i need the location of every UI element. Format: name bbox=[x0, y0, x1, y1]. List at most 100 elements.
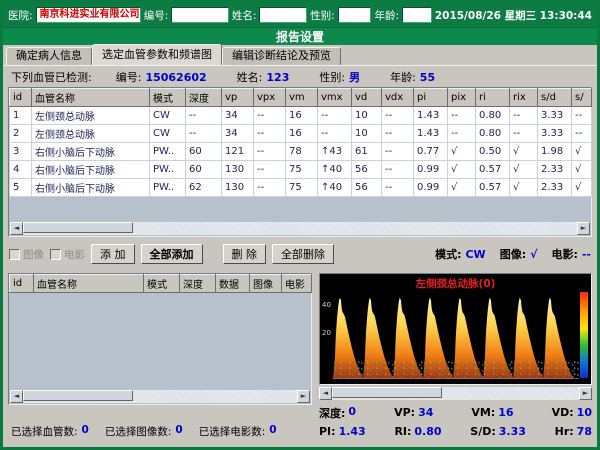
table-cell[interactable]: CW bbox=[150, 107, 186, 125]
table-cell[interactable]: -- bbox=[382, 107, 414, 125]
delete-button[interactable]: 删 除 bbox=[223, 244, 267, 264]
hospital-field[interactable]: 南京科进实业有限公司 bbox=[36, 7, 141, 23]
table-cell[interactable]: 1.98 bbox=[538, 143, 572, 161]
table-cell[interactable]: 78 bbox=[286, 143, 318, 161]
scroll-left-icon[interactable]: ◄ bbox=[319, 387, 332, 400]
table-cell[interactable]: -- bbox=[510, 107, 538, 125]
checkbox-icon[interactable] bbox=[50, 249, 61, 260]
table-cell[interactable]: √ bbox=[572, 179, 592, 197]
table-cell[interactable]: 62 bbox=[186, 179, 222, 197]
table-cell[interactable]: 1.43 bbox=[414, 107, 448, 125]
table-cell[interactable]: -- bbox=[254, 179, 286, 197]
table-cell[interactable]: -- bbox=[448, 125, 476, 143]
table-cell[interactable]: √ bbox=[510, 161, 538, 179]
selected-table-hscrollbar[interactable]: ◄ ► bbox=[10, 390, 310, 403]
table-cell[interactable]: PW.. bbox=[150, 161, 186, 179]
vessel-table-hscrollbar[interactable]: ◄ ► bbox=[10, 222, 590, 235]
table-cell[interactable]: 10 bbox=[352, 107, 382, 125]
table-cell[interactable]: 75 bbox=[286, 179, 318, 197]
table-cell[interactable]: -- bbox=[318, 107, 352, 125]
gender-field[interactable] bbox=[338, 7, 372, 23]
table-cell[interactable]: -- bbox=[186, 107, 222, 125]
table-cell[interactable]: 121 bbox=[222, 143, 254, 161]
table-cell[interactable]: √ bbox=[510, 143, 538, 161]
table-row[interactable]: 5右侧小脑后下动脉PW..62130--75↑4056--0.99√0.57√2… bbox=[10, 179, 592, 197]
table-cell[interactable]: -- bbox=[382, 161, 414, 179]
scroll-right-icon[interactable]: ► bbox=[297, 390, 310, 403]
table-cell[interactable]: -- bbox=[254, 161, 286, 179]
table-cell[interactable]: 75 bbox=[286, 161, 318, 179]
scrollbar-thumb[interactable] bbox=[23, 222, 133, 233]
table-cell[interactable]: 右侧小脑后下动脉 bbox=[32, 161, 150, 179]
table-cell[interactable]: -- bbox=[382, 143, 414, 161]
table-cell[interactable]: 0.57 bbox=[476, 161, 510, 179]
table-cell[interactable]: -- bbox=[572, 107, 592, 125]
patient-name-field[interactable] bbox=[259, 7, 307, 23]
table-cell[interactable]: -- bbox=[382, 125, 414, 143]
table-cell[interactable]: -- bbox=[254, 143, 286, 161]
spectrum-hscrollbar[interactable]: ◄ ► bbox=[319, 387, 592, 400]
table-cell[interactable]: 3.33 bbox=[538, 125, 572, 143]
table-cell[interactable]: -- bbox=[186, 125, 222, 143]
table-row[interactable]: 2左侧颈总动脉CW--34--16--10--1.43--0.80--3.33-… bbox=[10, 125, 592, 143]
image-checkbox[interactable]: 图像 bbox=[9, 247, 44, 262]
table-cell[interactable]: -- bbox=[448, 107, 476, 125]
table-cell[interactable]: PW.. bbox=[150, 179, 186, 197]
table-cell[interactable]: √ bbox=[448, 161, 476, 179]
delete-all-button[interactable]: 全部删除 bbox=[272, 244, 334, 264]
scroll-right-icon[interactable]: ► bbox=[579, 387, 592, 400]
scrollbar-track[interactable] bbox=[332, 387, 579, 400]
table-cell[interactable]: 1 bbox=[10, 107, 32, 125]
table-cell[interactable]: -- bbox=[318, 125, 352, 143]
table-cell[interactable]: CW bbox=[150, 125, 186, 143]
scroll-left-icon[interactable]: ◄ bbox=[10, 390, 23, 403]
table-row[interactable]: 4右侧小脑后下动脉PW..60130--75↑4056--0.99√0.57√2… bbox=[10, 161, 592, 179]
table-cell[interactable]: 2 bbox=[10, 125, 32, 143]
scrollbar-track[interactable] bbox=[23, 390, 297, 403]
scroll-right-icon[interactable]: ► bbox=[577, 222, 590, 235]
scrollbar-track[interactable] bbox=[23, 222, 577, 235]
table-cell[interactable]: 0.80 bbox=[476, 107, 510, 125]
table-cell[interactable]: 4 bbox=[10, 161, 32, 179]
table-cell[interactable]: ↑40 bbox=[318, 179, 352, 197]
table-cell[interactable]: 右侧小脑后下动脉 bbox=[32, 143, 150, 161]
table-cell[interactable]: 61 bbox=[352, 143, 382, 161]
table-cell[interactable]: 10 bbox=[352, 125, 382, 143]
table-cell[interactable]: 56 bbox=[352, 161, 382, 179]
table-cell[interactable]: 0.57 bbox=[476, 179, 510, 197]
table-cell[interactable]: -- bbox=[382, 179, 414, 197]
table-cell[interactable]: 16 bbox=[286, 125, 318, 143]
table-cell[interactable]: 0.50 bbox=[476, 143, 510, 161]
cine-checkbox[interactable]: 电影 bbox=[50, 247, 85, 262]
table-cell[interactable]: ↑40 bbox=[318, 161, 352, 179]
table-row[interactable]: 1左侧颈总动脉CW--34--16--10--1.43--0.80--3.33-… bbox=[10, 107, 592, 125]
add-button[interactable]: 添 加 bbox=[91, 244, 135, 264]
table-cell[interactable]: 0.99 bbox=[414, 161, 448, 179]
table-cell[interactable]: 5 bbox=[10, 179, 32, 197]
table-cell[interactable]: 1.43 bbox=[414, 125, 448, 143]
table-cell[interactable]: 56 bbox=[352, 179, 382, 197]
scrollbar-thumb[interactable] bbox=[332, 387, 442, 398]
add-all-button[interactable]: 全部添加 bbox=[141, 244, 203, 264]
table-row[interactable]: 3右侧小脑后下动脉PW..60121--78↑4361--0.77√0.50√1… bbox=[10, 143, 592, 161]
table-cell[interactable]: 0.80 bbox=[476, 125, 510, 143]
table-cell[interactable]: 左侧颈总动脉 bbox=[32, 125, 150, 143]
table-cell[interactable]: √ bbox=[572, 143, 592, 161]
patient-no-field[interactable] bbox=[171, 7, 229, 23]
scrollbar-thumb[interactable] bbox=[23, 390, 133, 401]
table-cell[interactable]: √ bbox=[510, 179, 538, 197]
table-cell[interactable]: 16 bbox=[286, 107, 318, 125]
table-cell[interactable]: 130 bbox=[222, 161, 254, 179]
table-cell[interactable]: ↑43 bbox=[318, 143, 352, 161]
tab-vessel-params[interactable]: 选定血管参数和频谱图 bbox=[92, 44, 222, 65]
table-cell[interactable]: 60 bbox=[186, 143, 222, 161]
table-cell[interactable]: √ bbox=[572, 161, 592, 179]
table-cell[interactable]: 34 bbox=[222, 107, 254, 125]
scroll-left-icon[interactable]: ◄ bbox=[10, 222, 23, 235]
table-cell[interactable]: √ bbox=[448, 143, 476, 161]
table-cell[interactable]: -- bbox=[254, 125, 286, 143]
table-cell[interactable]: 2.33 bbox=[538, 179, 572, 197]
table-cell[interactable]: 2.33 bbox=[538, 161, 572, 179]
table-cell[interactable]: 右侧小脑后下动脉 bbox=[32, 179, 150, 197]
table-cell[interactable]: 0.99 bbox=[414, 179, 448, 197]
